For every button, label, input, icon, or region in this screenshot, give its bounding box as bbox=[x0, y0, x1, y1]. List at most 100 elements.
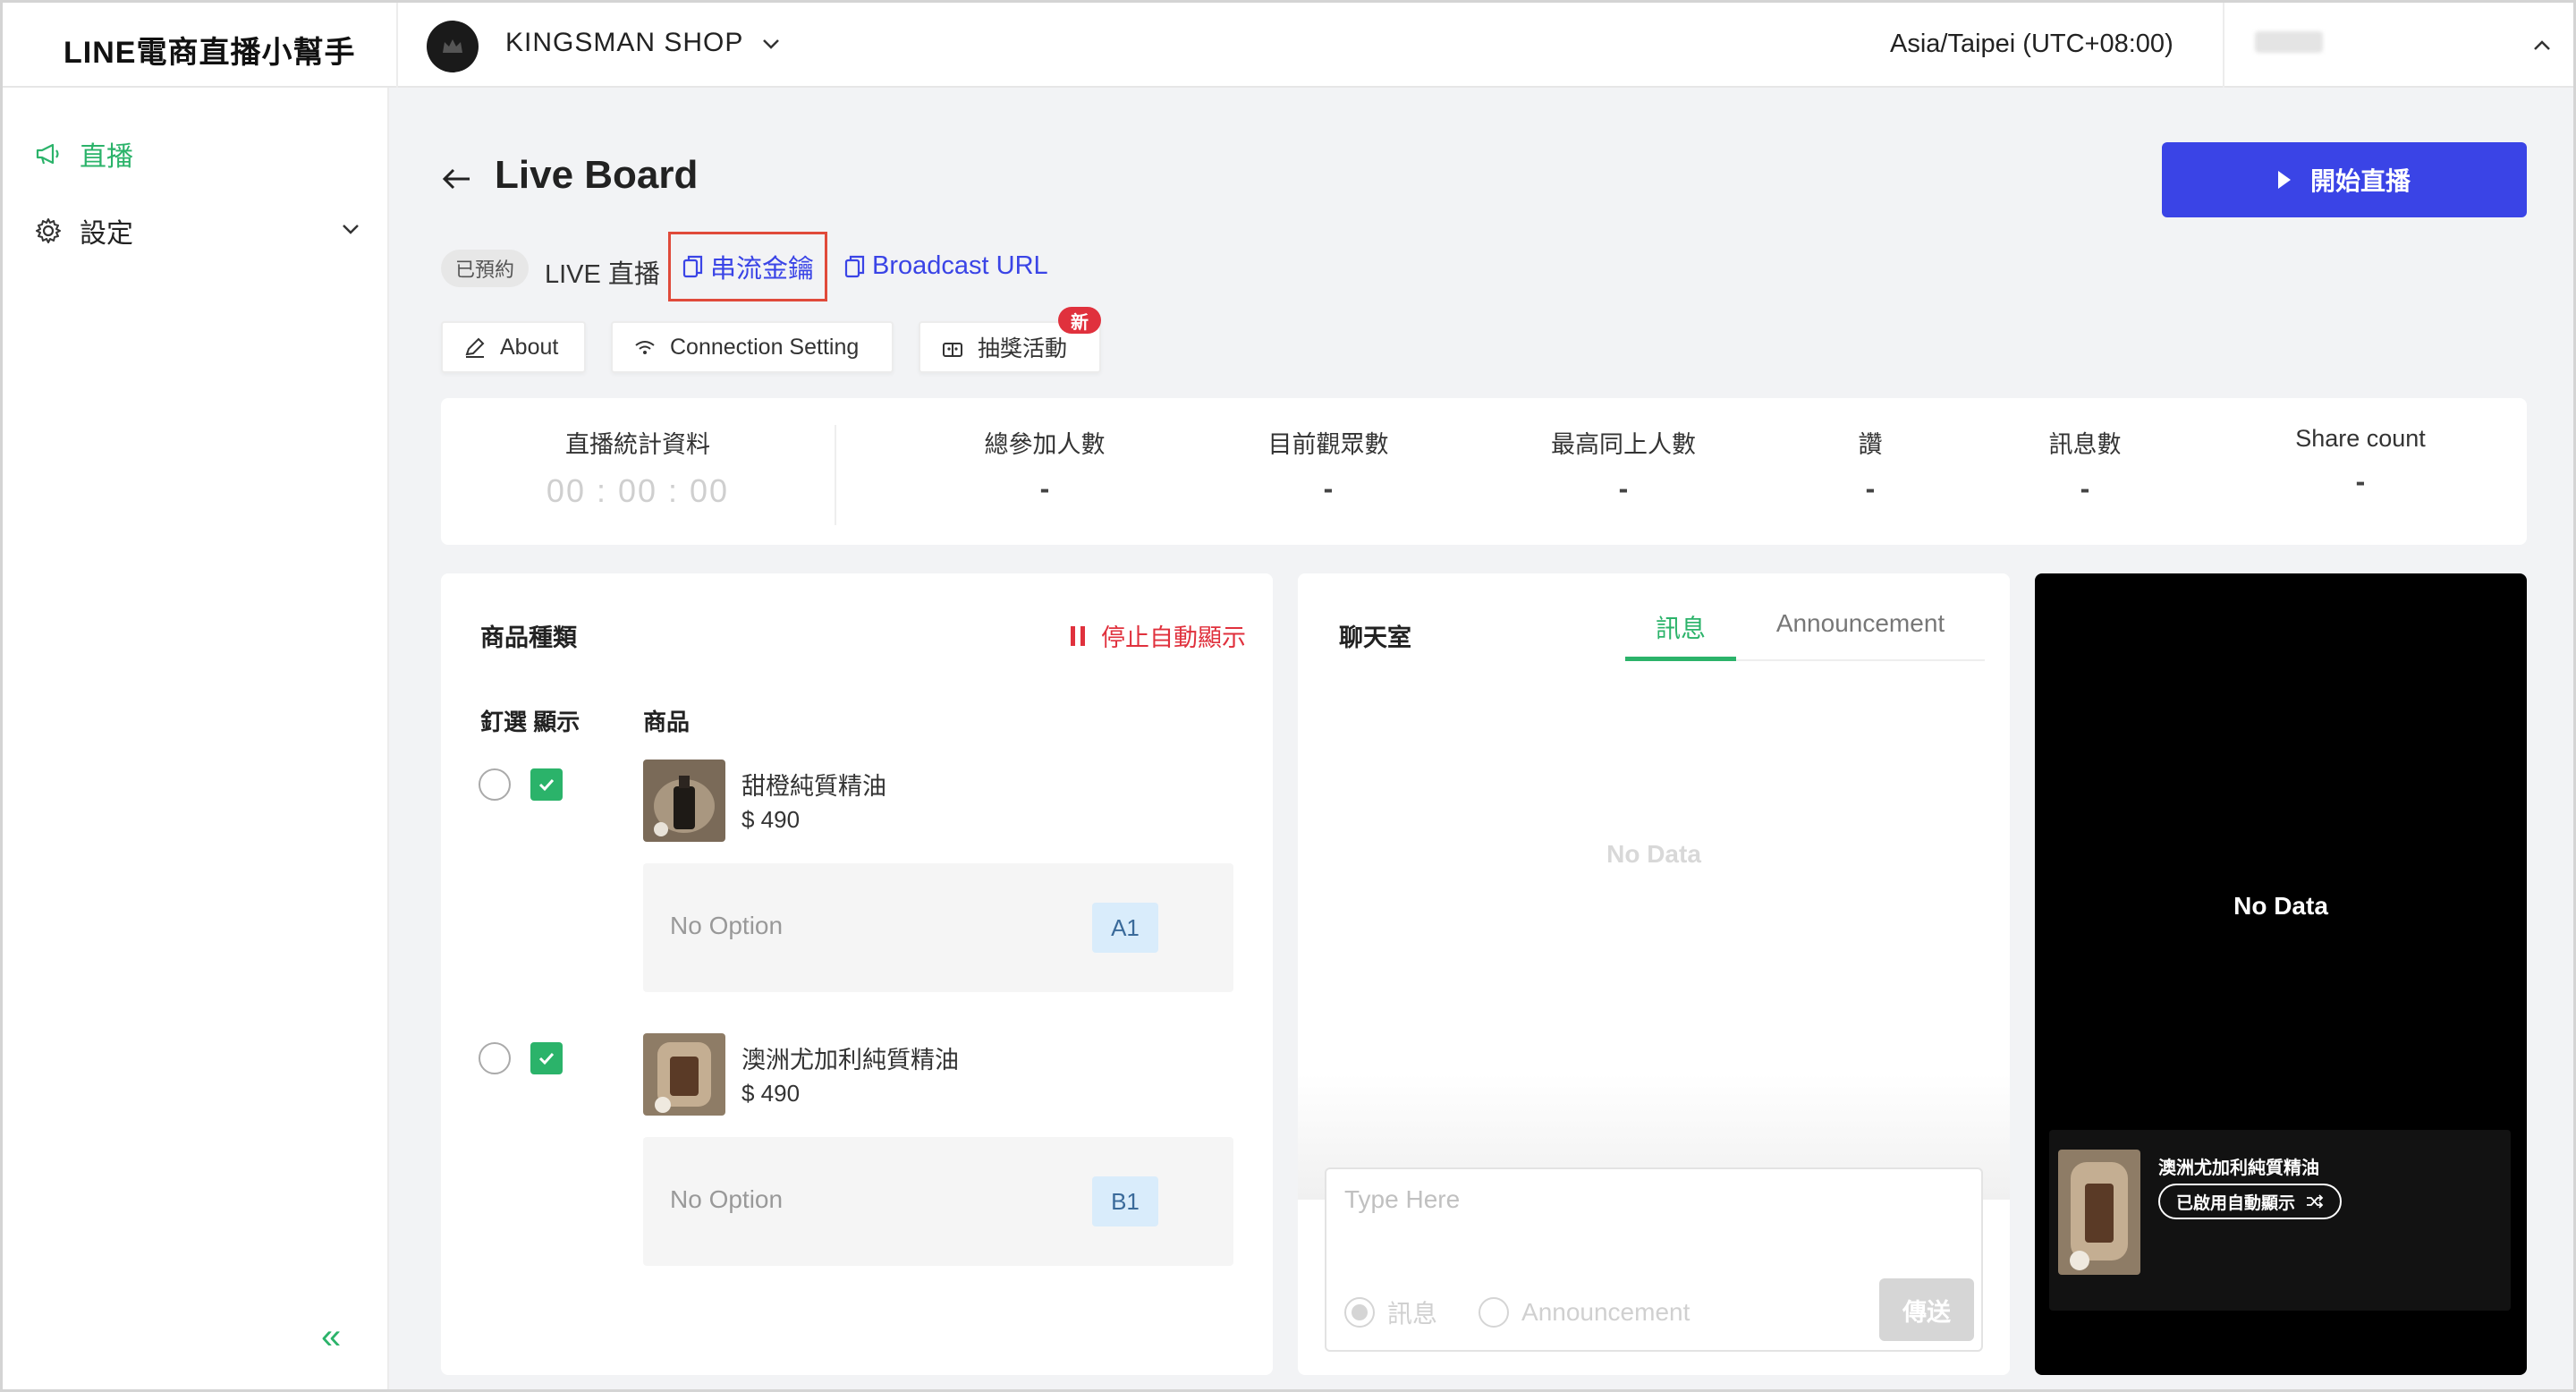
sidebar-item-label: 設定 bbox=[80, 219, 133, 249]
copy-icon bbox=[682, 255, 703, 278]
radio-announcement[interactable] bbox=[1479, 1297, 1510, 1328]
shuffle-icon bbox=[2307, 1194, 2324, 1209]
play-icon bbox=[2277, 171, 2291, 189]
chevron-down-icon[interactable] bbox=[759, 35, 783, 53]
product-code-badge: A1 bbox=[1092, 903, 1158, 953]
show-checkbox[interactable] bbox=[530, 768, 563, 801]
auto-show-label: 已啟用自動顯示 bbox=[2176, 1193, 2296, 1213]
product-thumbnail bbox=[643, 760, 725, 842]
chat-input-box[interactable]: Type Here 訊息 Announcement 傳送 bbox=[1325, 1167, 1983, 1352]
product-option-box: No Option A1 bbox=[643, 863, 1233, 992]
chevron-down-icon[interactable] bbox=[339, 220, 362, 238]
product-thumbnail bbox=[643, 1033, 725, 1116]
divider bbox=[835, 425, 836, 525]
brand-logo: LINE電商直播小幫手 bbox=[64, 36, 356, 70]
stat-timer-value: 00 : 00 : 00 bbox=[546, 472, 730, 509]
chat-title: 聊天室 bbox=[1339, 624, 1411, 651]
product-name: 甜橙純質精油 bbox=[741, 773, 886, 800]
preview-product-name: 澳洲尤加利純質精油 bbox=[2158, 1159, 2319, 1178]
page-title: Live Board bbox=[495, 153, 699, 197]
product-price: $ 490 bbox=[741, 806, 801, 833]
stat-peak-viewers: 最高同上人數 - bbox=[1551, 425, 1696, 505]
chat-input-placeholder: Type Here bbox=[1344, 1185, 1461, 1213]
live-preview: No Data 澳洲尤加利純質精油 已啟用自動顯示 bbox=[2035, 573, 2527, 1375]
stat-likes: 讚 - bbox=[1859, 425, 1883, 505]
chevron-up-icon[interactable] bbox=[2530, 37, 2554, 55]
show-checkbox[interactable] bbox=[530, 1042, 563, 1074]
product-code-badge: B1 bbox=[1092, 1176, 1158, 1226]
stat-value: - bbox=[2080, 472, 2090, 505]
divider bbox=[2223, 3, 2224, 88]
column-header-pin-show: 釘選 顯示 bbox=[480, 709, 580, 735]
chat-tabs: 訊息 Announcement bbox=[1625, 609, 1985, 661]
pencil-icon bbox=[465, 337, 485, 358]
stat-value: - bbox=[1618, 472, 1629, 505]
product-image bbox=[643, 1033, 725, 1116]
crown-icon bbox=[443, 39, 462, 53]
back-arrow-icon[interactable] bbox=[439, 164, 475, 194]
radio-message-label: 訊息 bbox=[1387, 1300, 1438, 1328]
stat-timer: 直播統計資料 00 : 00 : 00 bbox=[547, 425, 729, 510]
stat-label: 總參加人數 bbox=[984, 431, 1106, 458]
megaphone-icon bbox=[36, 143, 59, 165]
product-name: 澳洲尤加利純質精油 bbox=[741, 1047, 959, 1074]
stream-key-button[interactable]: 串流金鑰 bbox=[668, 232, 827, 301]
collapse-sidebar-button[interactable]: « bbox=[321, 1317, 341, 1357]
shop-avatar[interactable] bbox=[427, 21, 479, 72]
copy-icon bbox=[844, 255, 865, 277]
broadcast-url-button[interactable]: Broadcast URL bbox=[843, 251, 1048, 281]
user-name-blurred[interactable] bbox=[2255, 31, 2323, 53]
preview-product-thumbnail bbox=[2058, 1150, 2140, 1275]
sidebar: 直播 設定 « bbox=[3, 88, 389, 1389]
stream-key-label: 串流金鑰 bbox=[709, 255, 814, 284]
divider bbox=[396, 3, 398, 88]
stat-value: - bbox=[1039, 472, 1050, 505]
tab-connection-setting[interactable]: Connection Setting bbox=[611, 321, 894, 373]
gift-icon bbox=[943, 343, 962, 357]
chat-panel: 聊天室 訊息 Announcement No Data Type Here 訊息… bbox=[1298, 573, 2010, 1375]
tab-announcement[interactable]: Announcement bbox=[1736, 609, 1985, 661]
stop-auto-display-button[interactable]: 停止自動顯示 bbox=[1071, 618, 1246, 653]
status-badge: 已預約 bbox=[441, 250, 530, 287]
wifi-icon bbox=[635, 341, 655, 354]
shop-name[interactable]: KINGSMAN SHOP bbox=[505, 28, 743, 58]
check-icon bbox=[538, 1052, 555, 1065]
top-bar: LINE電商直播小幫手 KINGSMAN SHOP Asia/Taipei (U… bbox=[3, 3, 2573, 88]
app-frame: LINE電商直播小幫手 KINGSMAN SHOP Asia/Taipei (U… bbox=[0, 0, 2576, 1392]
stat-value: - bbox=[2355, 465, 2366, 497]
sidebar-item-settings[interactable]: 設定 bbox=[33, 211, 133, 250]
stat-label: Share count bbox=[2295, 425, 2426, 452]
product-image bbox=[2058, 1150, 2140, 1275]
stats-card: 直播統計資料 00 : 00 : 00 總參加人數 - 目前觀眾數 - 最高同上… bbox=[441, 398, 2527, 545]
radio-message[interactable] bbox=[1344, 1297, 1375, 1328]
chat-type-selector: 訊息 Announcement bbox=[1344, 1294, 1690, 1330]
radio-announcement-label: Announcement bbox=[1521, 1298, 1690, 1326]
pin-radio[interactable] bbox=[479, 768, 511, 801]
preview-empty-state: No Data bbox=[2233, 892, 2328, 920]
chat-empty-state: No Data bbox=[1606, 840, 1701, 868]
auto-show-toggle[interactable]: 已啟用自動顯示 bbox=[2158, 1184, 2343, 1219]
product-option-box: No Option B1 bbox=[643, 1137, 1233, 1266]
start-live-label: 開始直播 bbox=[2309, 167, 2411, 195]
live-label: LIVE 直播 bbox=[545, 260, 660, 289]
product-image bbox=[643, 760, 725, 842]
stat-label: 目前觀眾數 bbox=[1267, 431, 1389, 458]
pin-radio[interactable] bbox=[479, 1042, 511, 1074]
stat-label: 最高同上人數 bbox=[1551, 431, 1696, 458]
new-badge: 新 bbox=[1058, 307, 1101, 334]
tab-about[interactable]: About bbox=[441, 321, 586, 373]
pause-icon bbox=[1071, 625, 1085, 646]
stop-auto-label: 停止自動顯示 bbox=[1101, 624, 1246, 651]
preview-product-card: 澳洲尤加利純質精油 已啟用自動顯示 bbox=[2049, 1130, 2511, 1311]
check-icon bbox=[538, 778, 555, 792]
tab-connection-label: Connection Setting bbox=[670, 334, 860, 360]
gear-icon bbox=[36, 218, 61, 243]
stat-share-count: Share count - bbox=[2295, 425, 2426, 498]
start-live-button[interactable]: 開始直播 bbox=[2162, 142, 2527, 217]
product-price: $ 490 bbox=[741, 1080, 801, 1107]
stat-current-viewers: 目前觀眾數 - bbox=[1268, 425, 1389, 505]
send-button[interactable]: 傳送 bbox=[1879, 1278, 1974, 1341]
tab-lottery-label: 抽獎活動 bbox=[978, 336, 1068, 361]
sidebar-item-live[interactable]: 直播 bbox=[33, 134, 133, 174]
tab-messages[interactable]: 訊息 bbox=[1625, 609, 1736, 661]
